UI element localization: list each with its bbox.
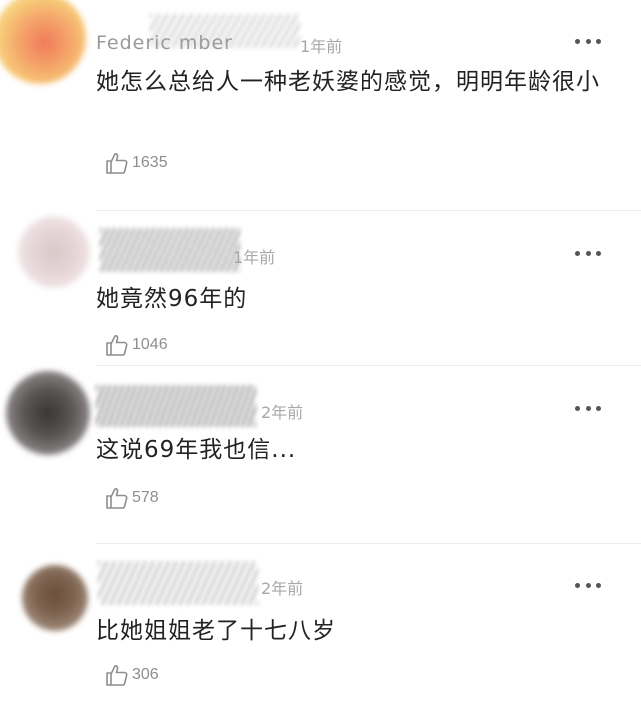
like-button[interactable]: 578: [104, 485, 159, 511]
redaction-scribble: [100, 228, 240, 272]
comment-time: 2年前: [261, 403, 304, 422]
thumbs-up-icon: [106, 665, 128, 686]
like-count: 1046: [132, 336, 168, 353]
thumbs-up-icon: [106, 335, 128, 356]
more-dots-icon[interactable]: [575, 582, 601, 588]
more-dots-icon[interactable]: [575, 405, 601, 411]
comment-item: 2年前 这说69年我也信... 578: [0, 365, 641, 543]
avatar[interactable]: [22, 565, 88, 631]
like-count: 1635: [132, 154, 168, 171]
avatar[interactable]: [6, 371, 90, 455]
comment-time: 2年前: [261, 579, 304, 598]
like-button[interactable]: 1635: [104, 150, 168, 176]
redaction-scribble: [96, 385, 256, 427]
like-count: 306: [132, 666, 159, 683]
thumbs-up-icon: [106, 488, 128, 509]
redaction-scribble: [98, 561, 258, 605]
comment-item: 1年前 她竟然96年的 1046: [0, 210, 641, 365]
username[interactable]: Federic mber: [96, 32, 233, 54]
more-dots-icon[interactable]: [575, 38, 601, 44]
avatar[interactable]: [0, 0, 86, 84]
comment-text: 这说69年我也信...: [96, 437, 297, 463]
like-button[interactable]: 306: [104, 662, 159, 688]
like-count: 578: [132, 489, 159, 506]
more-dots-icon[interactable]: [575, 250, 601, 256]
comment-text: 比她姐姐老了十七八岁: [96, 618, 336, 644]
comment-item: Federic mber 1年前 她怎么总给人一种老妖婆的感觉，明明年龄很小 1…: [0, 0, 641, 210]
comment-text: 她竟然96年的: [96, 286, 248, 312]
thumbs-up-icon: [106, 153, 128, 174]
avatar[interactable]: [18, 216, 90, 288]
comment-text: 她怎么总给人一种老妖婆的感觉，明明年龄很小: [96, 69, 600, 95]
comment-item: 2年前 比她姐姐老了十七八岁 306: [0, 543, 641, 716]
comment-time: 1年前: [300, 37, 343, 56]
like-button[interactable]: 1046: [104, 332, 168, 358]
comment-time: 1年前: [233, 248, 276, 267]
